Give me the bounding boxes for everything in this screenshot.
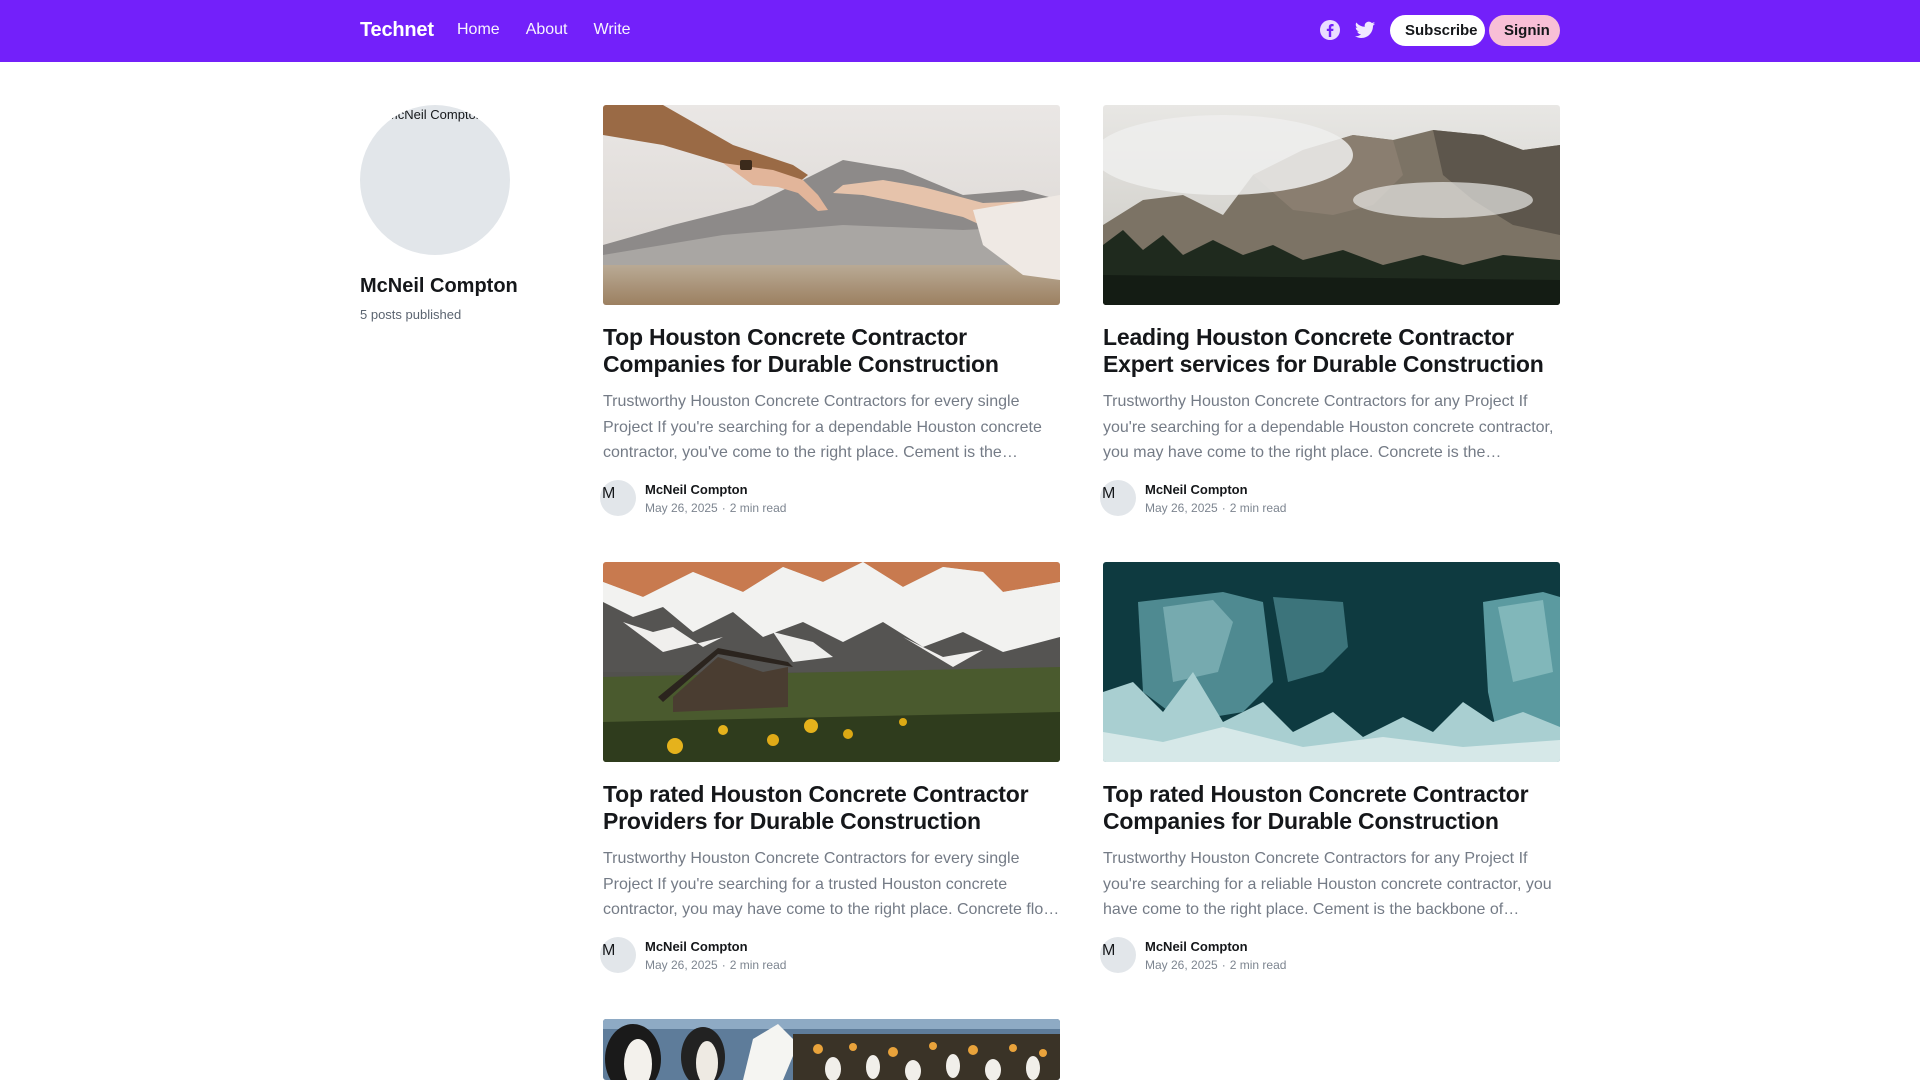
- nav-write-link[interactable]: Write: [594, 21, 631, 39]
- nav-about-link[interactable]: About: [526, 21, 568, 39]
- post-image[interactable]: [603, 562, 1060, 762]
- post-author-name[interactable]: McNeil Compton: [1145, 482, 1248, 497]
- post-meta: M McNeil Compton May 26, 2025 · 2 min read: [1100, 479, 1560, 518]
- post-meta: M McNeil Compton May 26, 2025 · 2 min read: [1100, 936, 1560, 975]
- post-date-readtime: May 26, 2025 · 2 min read: [1145, 500, 1287, 515]
- site-logo[interactable]: Technet: [360, 19, 434, 42]
- post-meta: M McNeil Compton May 26, 2025 · 2 min read: [600, 936, 1060, 975]
- author-avatar[interactable]: M: [600, 936, 636, 973]
- post-date: May 26, 2025: [1145, 957, 1218, 972]
- post-image[interactable]: [603, 105, 1060, 305]
- nav-home-link[interactable]: Home: [457, 21, 500, 39]
- post-excerpt: Trustworthy Houston Concrete Contractors…: [1103, 850, 1552, 918]
- subscribe-button[interactable]: Subscribe: [1390, 15, 1485, 46]
- post-image[interactable]: [1103, 105, 1560, 305]
- author-avatar[interactable]: M: [1100, 936, 1136, 973]
- post-card[interactable]: [603, 1019, 1060, 1080]
- post-author-name[interactable]: McNeil Compton: [645, 939, 748, 954]
- post-read-time: 2 min read: [729, 957, 787, 972]
- post-title[interactable]: Top rated Houston Concrete Contractor Co…: [1103, 781, 1560, 835]
- post-excerpt: Trustworthy Houston Concrete Contractors…: [603, 393, 1042, 461]
- post-author-name[interactable]: McNeil Compton: [645, 482, 748, 497]
- post-date: May 26, 2025: [645, 500, 718, 515]
- post-title[interactable]: Top rated Houston Concrete Contractor Pr…: [603, 781, 1060, 835]
- post-title[interactable]: Top Houston Concrete Contractor Companie…: [603, 324, 1060, 378]
- social-links: [1319, 19, 1376, 41]
- post-date-readtime: May 26, 2025 · 2 min read: [1145, 957, 1287, 972]
- author-card: McNeil Compton McNeil Compton 5 posts pu…: [360, 105, 560, 322]
- author-avatar[interactable]: M: [1100, 479, 1136, 516]
- post-excerpt: Trustworthy Houston Concrete Contractors…: [603, 850, 1060, 918]
- post-title[interactable]: Leading Houston Concrete Contractor Expe…: [1103, 324, 1560, 378]
- author-post-count: 5 posts published: [360, 307, 462, 322]
- post-card[interactable]: Top rated Houston Concrete Contractor Co…: [1100, 562, 1560, 975]
- site-header: Technet Home About Write Subscribe Signi…: [0, 0, 1920, 62]
- post-card[interactable]: Top Houston Concrete Contractor Companie…: [600, 105, 1060, 518]
- post-date-readtime: May 26, 2025 · 2 min read: [645, 500, 787, 515]
- author-name[interactable]: McNeil Compton: [360, 275, 560, 298]
- author-avatar-alt-text: McNeil Compton: [386, 107, 484, 122]
- main-nav: Home About Write: [457, 21, 631, 39]
- post-date: May 26, 2025: [645, 957, 718, 972]
- signin-button[interactable]: Signin: [1489, 15, 1560, 46]
- post-excerpt: Trustworthy Houston Concrete Contractors…: [1103, 393, 1554, 461]
- post-image[interactable]: [1103, 562, 1560, 762]
- post-author-name[interactable]: McNeil Compton: [1145, 939, 1248, 954]
- author-avatar: McNeil Compton: [360, 105, 510, 255]
- post-date: May 26, 2025: [1145, 500, 1218, 515]
- post-meta: M McNeil Compton May 26, 2025 · 2 min read: [600, 479, 1060, 518]
- facebook-icon[interactable]: [1319, 19, 1341, 41]
- post-read-time: 2 min read: [1229, 500, 1287, 515]
- post-card[interactable]: Leading Houston Concrete Contractor Expe…: [1100, 105, 1560, 518]
- post-date-readtime: May 26, 2025 · 2 min read: [645, 957, 787, 972]
- post-card[interactable]: Top rated Houston Concrete Contractor Pr…: [600, 562, 1060, 975]
- twitter-icon[interactable]: [1354, 19, 1376, 41]
- author-avatar[interactable]: M: [600, 479, 636, 516]
- post-read-time: 2 min read: [1229, 957, 1287, 972]
- post-image[interactable]: [603, 1019, 1060, 1080]
- post-read-time: 2 min read: [729, 500, 787, 515]
